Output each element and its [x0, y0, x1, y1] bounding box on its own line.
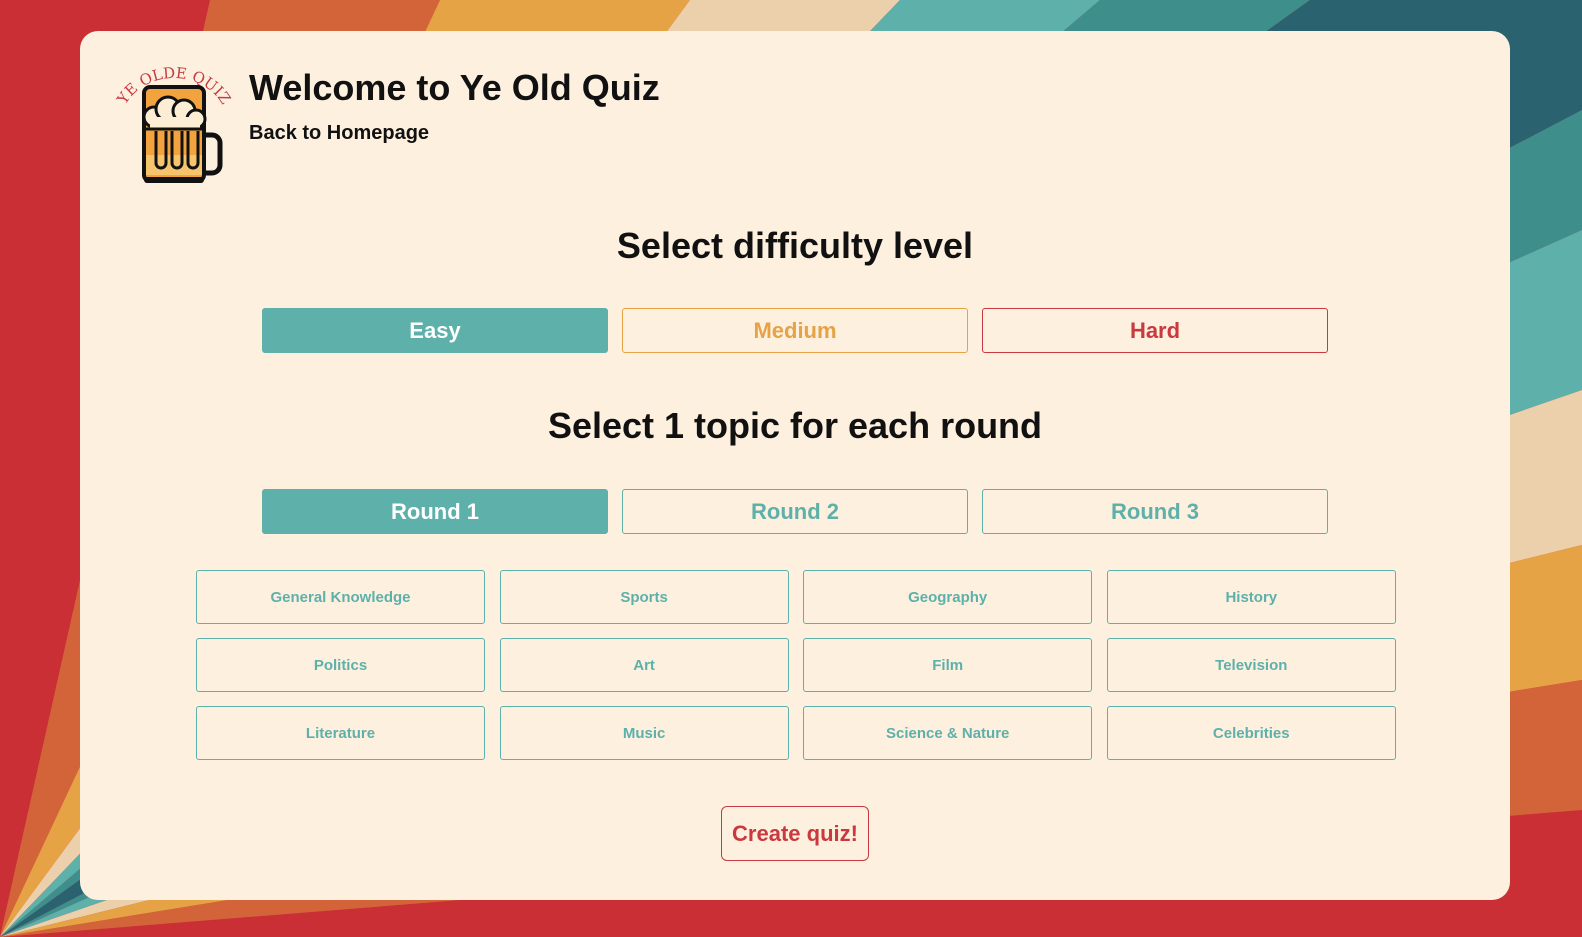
topic-literature-button[interactable]: Literature [196, 706, 485, 760]
topic-art-button[interactable]: Art [499, 638, 789, 692]
quiz-setup-card: YE OLDE QUIZ Welcome to Ye Old Quiz Back… [80, 31, 1510, 900]
topic-grid: General Knowledge Sports Geography Histo… [196, 570, 1396, 760]
create-quiz-button[interactable]: Create quiz! [721, 806, 869, 861]
tab-round-1[interactable]: Round 1 [262, 489, 608, 534]
topic-celebrities-button[interactable]: Celebrities [1106, 706, 1396, 760]
topic-general-knowledge-button[interactable]: General Knowledge [196, 570, 485, 624]
topic-heading: Select 1 topic for each round [547, 405, 1043, 446]
difficulty-medium-button[interactable]: Medium [622, 308, 968, 353]
topic-history-button[interactable]: History [1106, 570, 1396, 624]
topic-television-button[interactable]: Television [1106, 638, 1396, 692]
topic-sports-button[interactable]: Sports [499, 570, 789, 624]
beer-mug-icon: YE OLDE QUIZ [114, 65, 232, 183]
page-title: Welcome to Ye Old Quiz [249, 67, 660, 108]
topic-geography-button[interactable]: Geography [803, 570, 1093, 624]
difficulty-hard-button[interactable]: Hard [982, 308, 1328, 353]
tab-round-2[interactable]: Round 2 [622, 489, 968, 534]
difficulty-easy-button[interactable]: Easy [262, 308, 608, 353]
topic-politics-button[interactable]: Politics [196, 638, 485, 692]
topic-science-nature-button[interactable]: Science & Nature [803, 706, 1093, 760]
topic-music-button[interactable]: Music [499, 706, 789, 760]
tab-round-3[interactable]: Round 3 [982, 489, 1328, 534]
topic-film-button[interactable]: Film [803, 638, 1093, 692]
back-to-homepage-link[interactable]: Back to Homepage [249, 122, 429, 145]
difficulty-heading: Select difficulty level [616, 225, 974, 266]
